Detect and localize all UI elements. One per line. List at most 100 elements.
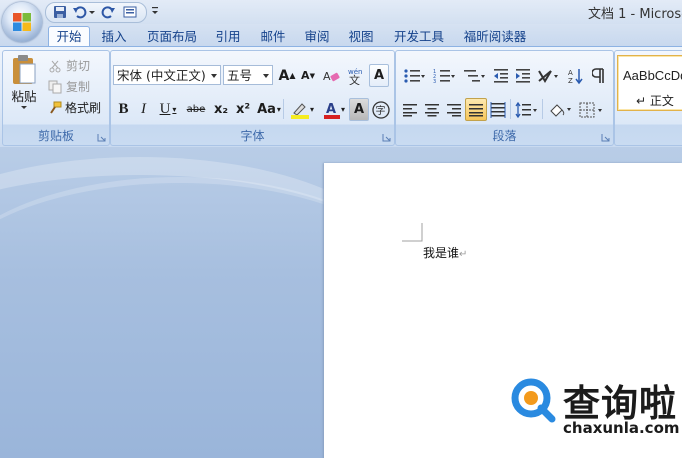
line-spacing-button[interactable]	[512, 98, 542, 121]
character-border-label: A	[373, 68, 385, 83]
multilevel-list-icon	[464, 69, 485, 82]
underline-button[interactable]: U ▾	[154, 98, 182, 121]
tab-page-layout[interactable]: 页面布局	[141, 27, 203, 46]
format-painter-button[interactable]: 格式刷	[47, 96, 109, 119]
paragraph-dialog-launcher-icon[interactable]	[601, 133, 610, 142]
redo-icon[interactable]	[100, 4, 116, 20]
font-separator	[283, 99, 284, 119]
grow-font-label: A	[278, 67, 290, 84]
align-right-icon	[447, 103, 461, 116]
paragraph-group-label: 段落	[492, 129, 517, 143]
clear-formatting-button[interactable]: A	[319, 64, 343, 87]
tab-view[interactable]: 视图	[343, 27, 379, 46]
copy-button[interactable]: 复制	[47, 75, 105, 98]
decrease-indent-icon	[494, 68, 508, 83]
character-border-button[interactable]: A	[369, 64, 389, 87]
margin-corner-mark	[402, 223, 423, 242]
bold-button[interactable]: B	[114, 98, 133, 121]
paragraph-mark-icon	[592, 67, 604, 83]
chinese-layout-icon	[538, 69, 558, 83]
cut-label: 剪切	[66, 59, 91, 73]
save-icon[interactable]	[52, 4, 68, 20]
subscript-button[interactable]: x₂	[210, 98, 232, 121]
paste-button[interactable]: 粘贴	[6, 53, 42, 119]
borders-button[interactable]	[576, 98, 608, 121]
tab-review[interactable]: 审阅	[299, 27, 335, 46]
paragraph-group: 1 2 3 A Z 段落	[395, 50, 614, 146]
font-name-value: 宋体 (中文正文)	[117, 68, 206, 83]
window-title: 文档 1 - Microso	[588, 7, 682, 22]
font-color-button[interactable]: A ▾	[319, 98, 349, 121]
highlighter-icon	[290, 102, 309, 119]
undo-dropdown-icon[interactable]	[88, 4, 96, 20]
svg-text:3: 3	[433, 79, 436, 84]
enclose-characters-button[interactable]: 字	[370, 98, 392, 121]
shrink-font-label: A	[301, 69, 310, 82]
change-case-button[interactable]: Aa ▾	[254, 98, 284, 121]
style-normal-card[interactable]: AaBbCcDd ↵ 正文	[617, 55, 682, 111]
office-logo-icon	[13, 13, 31, 31]
svg-text:A: A	[568, 69, 573, 77]
tab-mailings[interactable]: 邮件	[255, 27, 291, 46]
clipboard-dialog-launcher-icon[interactable]	[97, 133, 106, 142]
copy-icon	[48, 80, 62, 93]
document-text[interactable]: 我是谁↵	[423, 244, 467, 261]
grow-font-button[interactable]: A ▲	[277, 64, 297, 87]
tab-foxit-reader[interactable]: 福昕阅读器	[458, 27, 532, 46]
document-body-text: 我是谁	[423, 246, 460, 260]
ribbon-tab-bar: 开始 插入 页面布局 引用 邮件 审阅 视图 开发工具 福昕阅读器	[0, 24, 682, 48]
align-left-button[interactable]	[399, 98, 421, 121]
paste-icon	[13, 55, 36, 84]
increase-indent-button[interactable]	[512, 64, 534, 87]
font-name-dropdown-icon[interactable]	[211, 74, 217, 78]
customize-menu-icon[interactable]	[150, 4, 160, 18]
text-highlight-button[interactable]: ▾	[286, 98, 318, 121]
paste-dropdown-icon	[21, 106, 27, 109]
underline-label: U	[159, 101, 171, 117]
undo-icon[interactable]	[72, 4, 88, 20]
justify-icon	[469, 103, 483, 116]
enclose-characters-icon: 字	[372, 100, 390, 119]
phonetic-guide-button[interactable]: wén 文	[344, 64, 368, 87]
font-size-dropdown-icon[interactable]	[263, 74, 269, 78]
italic-button[interactable]: I	[134, 98, 153, 121]
change-case-label: Aa	[257, 102, 276, 117]
character-shading-label: A	[353, 102, 365, 117]
distributed-button[interactable]	[487, 98, 509, 121]
style-name-label: ↵ 正文	[636, 94, 674, 108]
paste-label: 粘贴	[11, 89, 37, 104]
tab-home[interactable]: 开始	[48, 26, 90, 48]
print-preview-icon[interactable]	[122, 4, 138, 20]
shrink-font-button[interactable]: A ▼	[298, 64, 318, 87]
chinese-layout-button[interactable]	[534, 64, 564, 87]
svg-text:文: 文	[349, 73, 360, 85]
sort-button[interactable]: AZ	[565, 64, 587, 87]
font-name-combo[interactable]: 宋体 (中文正文)	[113, 65, 221, 85]
font-size-combo[interactable]: 五号	[223, 65, 273, 85]
office-button[interactable]	[2, 2, 42, 42]
multilevel-list-button[interactable]	[459, 64, 489, 87]
align-right-button[interactable]	[443, 98, 465, 121]
numbering-icon: 1 2 3	[433, 69, 455, 84]
paragraph-mark: ↵	[459, 249, 468, 260]
numbering-button[interactable]: 1 2 3	[429, 64, 459, 87]
decrease-indent-button[interactable]	[490, 64, 512, 87]
strikethrough-button[interactable]: abe	[183, 98, 209, 121]
superscript-button[interactable]: x²	[232, 98, 254, 121]
cut-button[interactable]: 剪切	[47, 54, 105, 77]
justify-button[interactable]	[465, 98, 487, 121]
character-shading-button[interactable]: A	[349, 98, 369, 121]
bullets-button[interactable]	[399, 64, 429, 87]
font-dialog-launcher-icon[interactable]	[382, 133, 391, 142]
paragraph-separator	[510, 99, 511, 119]
svg-text:A: A	[323, 70, 331, 83]
italic-label: I	[141, 101, 146, 117]
font-color-icon: A	[323, 102, 340, 119]
tab-developer[interactable]: 开发工具	[389, 27, 449, 46]
tab-references[interactable]: 引用	[210, 27, 246, 46]
align-center-button[interactable]	[421, 98, 443, 121]
tab-insert[interactable]: 插入	[96, 27, 132, 46]
quick-access-toolbar	[45, 2, 147, 23]
shading-button[interactable]	[544, 98, 576, 121]
show-hide-marks-button[interactable]	[588, 64, 610, 87]
